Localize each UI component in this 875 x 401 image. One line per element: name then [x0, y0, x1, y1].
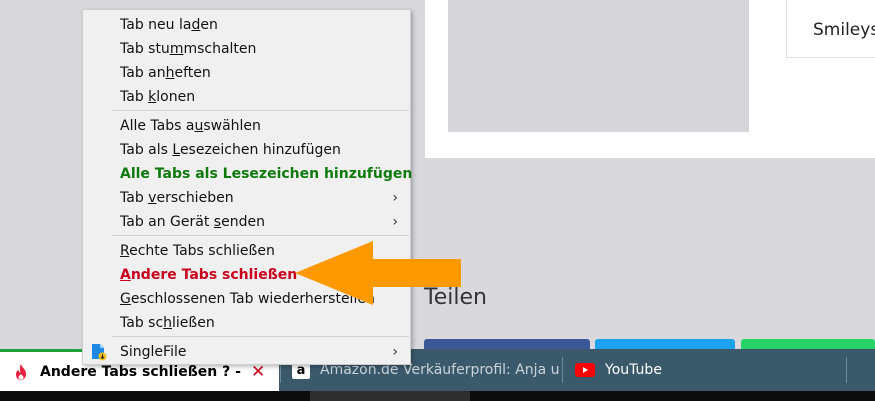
- orange-arrow-icon: [295, 241, 461, 305]
- menu-item-reload-tab[interactable]: Tab neu laden: [83, 13, 410, 37]
- menu-separator: [112, 235, 409, 236]
- image-placeholder: [448, 0, 749, 132]
- tab-title: YouTube: [605, 362, 662, 378]
- smileys-label: Smileys: [813, 20, 875, 40]
- youtube-icon: [575, 363, 595, 377]
- chevron-right-icon: ›: [392, 190, 398, 206]
- chevron-right-icon: ›: [392, 214, 398, 230]
- taskbar-strip: [0, 391, 875, 401]
- menu-item-bookmark-all-tabs[interactable]: Alle Tabs als Lesezeichen hinzufügen: [83, 162, 412, 186]
- menu-item-duplicate-tab[interactable]: Tab klonen: [83, 85, 410, 109]
- menu-item-singlefile[interactable]: SingleFile ›: [83, 340, 410, 364]
- tab-context-menu: Tab neu laden Tab stummschalten Tab anhe…: [82, 9, 412, 365]
- singlefile-icon: [91, 343, 107, 361]
- chevron-right-icon: ›: [392, 344, 398, 360]
- menu-separator: [112, 336, 409, 337]
- menu-item-move-tab[interactable]: Tab verschieben ›: [83, 186, 410, 210]
- menu-item-mute-tab[interactable]: Tab stummschalten: [83, 37, 410, 61]
- fire-icon: [12, 363, 30, 381]
- menu-separator: [112, 110, 409, 111]
- tab-separator: [846, 357, 847, 383]
- menu-item-send-tab-to-device[interactable]: Tab an Gerät senden ›: [83, 210, 410, 234]
- tab-title: Andere Tabs schließen ? - Ind: [40, 363, 245, 380]
- tab-separator: [562, 357, 563, 383]
- smileys-link[interactable]: Smileys: [786, 0, 875, 58]
- menu-item-close-tab[interactable]: Tab schließen: [83, 311, 410, 335]
- menu-item-select-all-tabs[interactable]: Alle Tabs auswählen: [83, 114, 410, 138]
- menu-item-bookmark-tab[interactable]: Tab als Lesezeichen hinzufügen: [83, 138, 410, 162]
- tab-youtube[interactable]: YouTube: [565, 349, 845, 391]
- menu-item-pin-tab[interactable]: Tab anheften: [83, 61, 410, 85]
